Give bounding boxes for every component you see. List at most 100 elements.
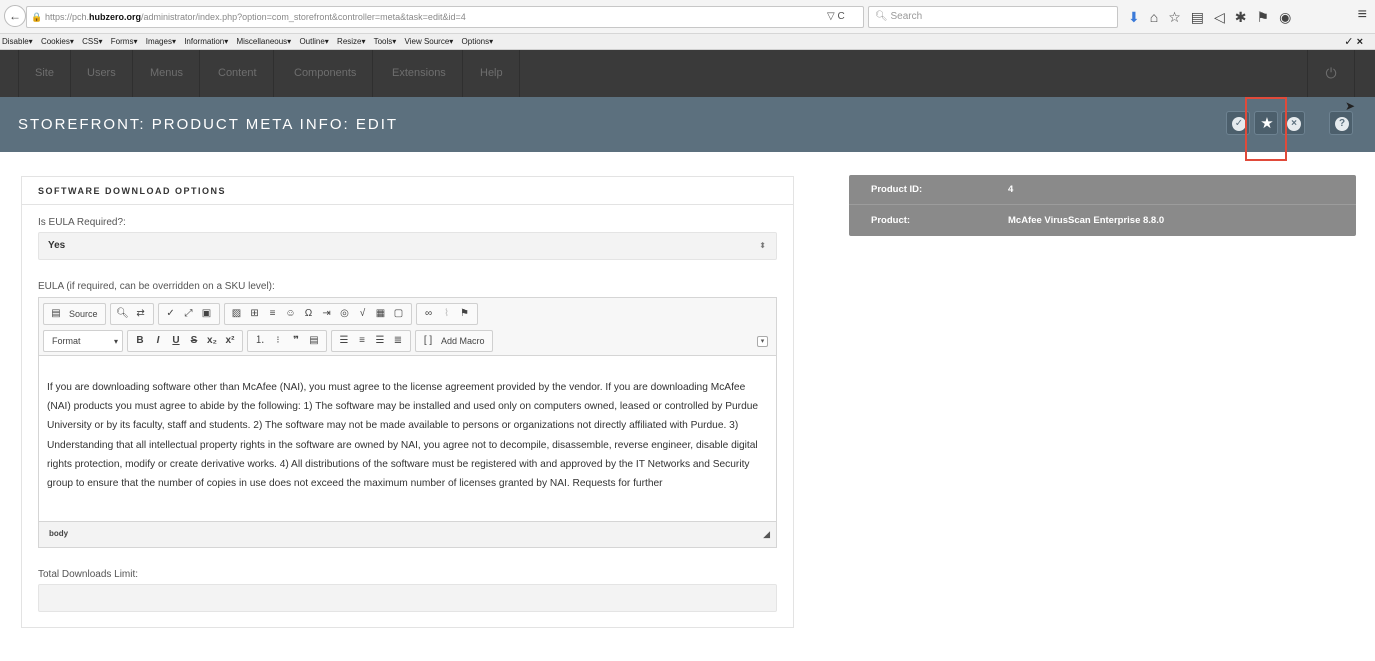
show-blocks-icon[interactable]: ▣ (200, 305, 214, 323)
anchor-flag-icon[interactable]: ⚑ (458, 305, 472, 323)
nav-components[interactable]: Components (278, 50, 374, 97)
nav-extensions[interactable]: Extensions (376, 50, 463, 97)
horizontal-rule-icon[interactable]: ≡ (266, 305, 280, 323)
blockquote-icon[interactable]: ❞ (289, 332, 303, 350)
browser-search-input[interactable]: 🔍︎ Search (868, 6, 1118, 28)
bold-icon[interactable]: B (133, 332, 147, 350)
link-icon[interactable]: ∞ (422, 305, 436, 323)
chevron-down-icon: ▾ (113, 336, 118, 346)
devtool-close[interactable]: ✓ × (1344, 34, 1363, 50)
url-host: hubzero.org (89, 12, 142, 22)
align-right-icon[interactable]: ☰ (373, 332, 387, 350)
iframe-icon[interactable]: ◎ (338, 305, 352, 323)
table-icon[interactable]: ⊞ (248, 305, 262, 323)
devtool-information[interactable]: Information▾ (184, 37, 228, 46)
justify-icon[interactable]: ≣ (391, 332, 405, 350)
devtool-disable[interactable]: Disable▾ (2, 37, 33, 46)
sync-icon[interactable]: ◉ (1279, 9, 1291, 26)
find-icon[interactable]: 🔍︎ (116, 305, 130, 323)
source-button[interactable]: Source (67, 305, 100, 323)
element-path[interactable]: body (49, 529, 68, 538)
eula-rich-text-editor: ▤ Source 🔍︎ ⇄ ✓ ⤢ ▣ ▨ ⊞ ≡ ☺ Ω ⇥ ◎ √ ▦ ▢ … (38, 297, 777, 548)
strikethrough-icon[interactable]: S (187, 332, 201, 350)
spellcheck-icon[interactable]: ✓ (164, 305, 178, 323)
downloads-limit-label: Total Downloads Limit: (38, 569, 139, 580)
url-prefix: https://pch. (45, 12, 90, 22)
mouse-cursor-icon: ➤ (1345, 99, 1356, 113)
home-icon[interactable]: ⌂ (1150, 9, 1158, 25)
devtool-view-source[interactable]: View Source▾ (405, 37, 454, 46)
smiley-icon[interactable]: ☺ (284, 305, 298, 323)
nav-content[interactable]: Content (202, 50, 274, 97)
devtool-resize[interactable]: Resize▾ (337, 37, 365, 46)
source-icon: ▤ (51, 308, 61, 319)
format-dropdown[interactable]: Format ▾ (43, 330, 123, 352)
collapse-toolbar-icon[interactable]: ▾ (757, 336, 768, 347)
template-icon[interactable]: ▢ (392, 305, 406, 323)
download-icon[interactable]: ⬇ (1128, 9, 1140, 26)
underline-icon[interactable]: U (169, 332, 183, 350)
product-id-label: Product ID: (871, 184, 923, 195)
search-icon: 🔍︎ (875, 11, 888, 22)
addon-icon[interactable]: ⚑ (1257, 9, 1270, 26)
reload-icon[interactable]: ▽ C (827, 6, 845, 28)
software-download-options-panel: SOFTWARE DOWNLOAD OPTIONS Is EULA Requir… (21, 176, 794, 628)
devtool-cookies[interactable]: Cookies▾ (41, 37, 74, 46)
panel-heading: SOFTWARE DOWNLOAD OPTIONS (22, 177, 793, 205)
special-char-icon[interactable]: Ω (302, 305, 316, 323)
extension-icon[interactable]: ✱ (1235, 9, 1247, 26)
product-id-value: 4 (1008, 184, 1014, 195)
eula-required-select[interactable]: Yes ⬍ (38, 232, 777, 260)
help-icon: ? (1335, 117, 1349, 131)
close-icon: × (1287, 117, 1301, 131)
help-button[interactable]: ? (1329, 111, 1353, 135)
unlink-icon[interactable]: ⌇ (440, 305, 454, 323)
nav-site[interactable]: Site (18, 50, 71, 97)
nav-users[interactable]: Users (71, 50, 133, 97)
grid-icon[interactable]: ▦ (374, 305, 388, 323)
nav-menus[interactable]: Menus (134, 50, 201, 97)
image-icon[interactable]: ▨ (230, 305, 244, 323)
eula-required-label: Is EULA Required?: (38, 217, 126, 228)
devtool-miscellaneous[interactable]: Miscellaneous▾ (236, 37, 291, 46)
product-info-panel: Product ID: 4 Product: McAfee VirusScan … (849, 175, 1356, 236)
web-developer-toolbar: Disable▾ Cookies▾ CSS▾ Forms▾ Images▾ In… (0, 34, 1375, 50)
align-center-icon[interactable]: ≡ (355, 332, 369, 350)
pocket-icon[interactable]: ◁ (1214, 9, 1225, 26)
italic-icon[interactable]: I (151, 332, 165, 350)
downloads-limit-input[interactable] (38, 584, 777, 612)
subscript-icon[interactable]: x₂ (205, 332, 219, 350)
align-left-icon[interactable]: ☰ (337, 332, 351, 350)
highlight-annotation (1245, 97, 1287, 161)
format-label: Format (52, 336, 81, 346)
div-icon[interactable]: ▤ (307, 332, 321, 350)
devtool-tools[interactable]: Tools▾ (374, 37, 397, 46)
devtool-images[interactable]: Images▾ (146, 37, 176, 46)
nav-help[interactable]: Help (464, 50, 520, 97)
editor-status-bar: body ◢ (39, 521, 776, 547)
product-row: Product: McAfee VirusScan Enterprise 8.8… (849, 206, 1356, 236)
hamburger-menu-icon[interactable]: ≡ (1358, 6, 1367, 24)
browser-icon-strip: ⬇ ⌂ ☆ ▤ ◁ ✱ ⚑ ◉ (1128, 6, 1291, 28)
numbered-list-icon[interactable]: ⒈ (253, 332, 267, 350)
page-break-icon[interactable]: ⇥ (320, 305, 334, 323)
address-bar[interactable]: 🔒 https://pch.hubzero.org/administrator/… (26, 6, 864, 28)
admin-nav-bar: Site Users Menus Content Components Exte… (0, 50, 1375, 97)
devtool-options[interactable]: Options▾ (462, 37, 494, 46)
bullet-list-icon[interactable]: ⁝ (271, 332, 285, 350)
devtool-css[interactable]: CSS▾ (82, 37, 102, 46)
devtool-outline[interactable]: Outline▾ (299, 37, 328, 46)
back-arrow-icon[interactable]: ← (4, 5, 26, 27)
bookmarks-list-icon[interactable]: ▤ (1191, 9, 1204, 26)
check-icon: ✓ (1232, 117, 1246, 131)
devtool-forms[interactable]: Forms▾ (111, 37, 138, 46)
math-icon[interactable]: √ (356, 305, 370, 323)
editor-content[interactable]: If you are downloading software other th… (39, 356, 776, 521)
bookmark-star-icon[interactable]: ☆ (1168, 9, 1181, 26)
replace-icon[interactable]: ⇄ (134, 305, 148, 323)
logout-power-icon[interactable]: ⏻ (1307, 50, 1355, 97)
resize-grip-icon[interactable]: ◢ (763, 522, 770, 546)
superscript-icon[interactable]: x² (223, 332, 237, 350)
add-macro-button[interactable]: Add Macro (439, 332, 487, 350)
maximize-icon[interactable]: ⤢ (182, 305, 196, 323)
